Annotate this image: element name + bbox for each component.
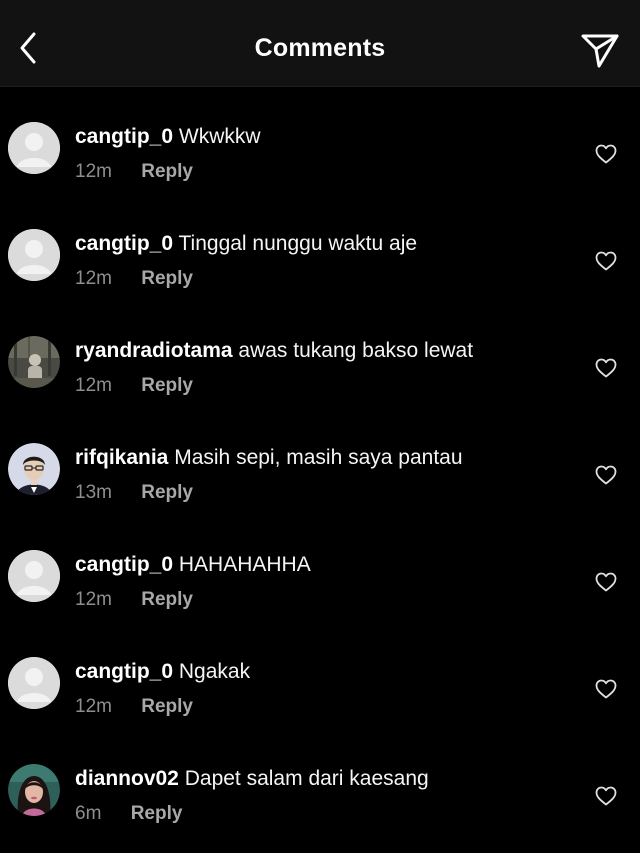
avatar[interactable]: [8, 229, 60, 281]
comment-meta: 6m Reply: [75, 803, 182, 825]
comment-item: ryandradiotama awas tukang bakso lewat 1…: [0, 300, 640, 407]
comment-body: Tinggal nunggu waktu aje: [178, 232, 418, 255]
comment-item: rifqikania Masih sepi, masih saya pantau…: [0, 407, 640, 514]
top-bar: Comments: [0, 0, 640, 87]
comment-body: HAHAHAHHA: [178, 553, 311, 576]
avatar[interactable]: [8, 443, 60, 495]
comment-text: rifqikania Masih sepi, masih saya pantau: [75, 445, 463, 471]
comment-meta: 12m Reply: [75, 268, 193, 290]
default-avatar-icon: [8, 122, 60, 174]
default-avatar-icon: [8, 550, 60, 602]
comment-body: Dapet salam dari kaesang: [184, 767, 429, 790]
comment-meta: 12m Reply: [75, 375, 193, 397]
comment-item: cangtip_0 HAHAHAHHA 12m Reply: [0, 514, 640, 621]
heart-icon[interactable]: [594, 570, 618, 594]
page-title: Comments: [254, 34, 386, 62]
comment-meta: 13m Reply: [75, 482, 193, 504]
reply-button[interactable]: Reply: [141, 268, 193, 290]
comment-item: diannov02 Dapet salam dari kaesang 6m Re…: [0, 728, 640, 835]
heart-icon[interactable]: [594, 142, 618, 166]
comment-time: 12m: [75, 696, 112, 717]
paper-plane-icon: [581, 34, 619, 68]
reply-button[interactable]: Reply: [141, 375, 193, 397]
avatar[interactable]: [8, 336, 60, 388]
comment-list: cangtip_0 Wkwkkw 12m Reply cangtip_0 Tin…: [0, 86, 640, 853]
reply-button[interactable]: Reply: [141, 589, 193, 611]
share-button[interactable]: [578, 28, 622, 72]
comment-meta: 12m Reply: [75, 161, 193, 183]
comment-time: 6m: [75, 803, 102, 824]
comment-text: ryandradiotama awas tukang bakso lewat: [75, 338, 473, 364]
avatar[interactable]: [8, 550, 60, 602]
profile-photo-icon: [8, 336, 60, 388]
comment-text: cangtip_0 HAHAHAHHA: [75, 552, 311, 578]
default-avatar-icon: [8, 229, 60, 281]
avatar[interactable]: [8, 764, 60, 816]
heart-icon[interactable]: [594, 677, 618, 701]
profile-photo-icon: [8, 443, 60, 495]
comment-username[interactable]: diannov02: [75, 767, 179, 790]
comment-text: cangtip_0 Ngakak: [75, 659, 250, 685]
comment-meta: 12m Reply: [75, 696, 193, 718]
heart-icon[interactable]: [594, 463, 618, 487]
heart-icon[interactable]: [594, 356, 618, 380]
reply-button[interactable]: Reply: [141, 161, 193, 183]
comment-meta: 12m Reply: [75, 589, 193, 611]
comment-time: 12m: [75, 161, 112, 182]
comment-text: cangtip_0 Wkwkkw: [75, 124, 261, 150]
heart-icon[interactable]: [594, 784, 618, 808]
reply-button[interactable]: Reply: [141, 696, 193, 718]
comment-time: 13m: [75, 482, 112, 503]
comment-item: cangtip_0 Wkwkkw 12m Reply: [0, 86, 640, 193]
comment-username[interactable]: rifqikania: [75, 446, 168, 469]
comment-body: Ngakak: [178, 660, 251, 683]
comment-item: cangtip_0 Tinggal nunggu waktu aje 12m R…: [0, 193, 640, 300]
comment-item: cangtip_0 Ngakak 12m Reply: [0, 621, 640, 728]
heart-icon[interactable]: [594, 249, 618, 273]
avatar[interactable]: [8, 122, 60, 174]
comment-body: Wkwkkw: [178, 125, 261, 148]
profile-photo-icon: [8, 764, 60, 816]
comment-username[interactable]: cangtip_0: [75, 232, 173, 255]
comment-body: Masih sepi, masih saya pantau: [174, 446, 463, 469]
default-avatar-icon: [8, 657, 60, 709]
comment-time: 12m: [75, 375, 112, 396]
comment-text: diannov02 Dapet salam dari kaesang: [75, 766, 429, 792]
comment-username[interactable]: cangtip_0: [75, 660, 173, 683]
comment-time: 12m: [75, 589, 112, 610]
reply-button[interactable]: Reply: [141, 482, 193, 504]
comment-username[interactable]: ryandradiotama: [75, 339, 233, 362]
comment-username[interactable]: cangtip_0: [75, 125, 173, 148]
comment-time: 12m: [75, 268, 112, 289]
comment-text: cangtip_0 Tinggal nunggu waktu aje: [75, 231, 417, 257]
avatar[interactable]: [8, 657, 60, 709]
comment-username[interactable]: cangtip_0: [75, 553, 173, 576]
reply-button[interactable]: Reply: [131, 803, 183, 825]
comment-body: awas tukang bakso lewat: [238, 339, 474, 362]
